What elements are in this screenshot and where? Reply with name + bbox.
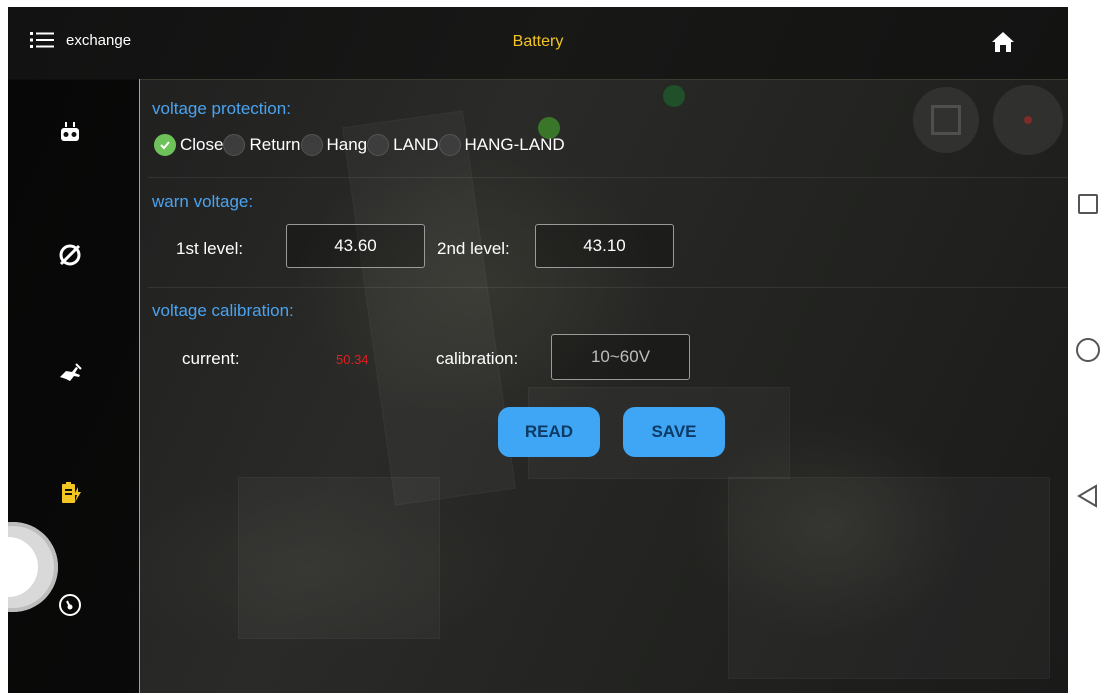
voltage-protection-title: voltage protection: — [152, 99, 291, 118]
radio-hang-land[interactable]: HANG-LAND — [438, 134, 565, 156]
sidebar-item-gauge[interactable] — [56, 591, 84, 619]
voltage-calibration-title: voltage calibration: — [152, 301, 294, 320]
radio-land[interactable]: LAND — [367, 134, 439, 156]
circle-icon — [1076, 338, 1100, 362]
radio-label: HANG-LAND — [464, 135, 565, 154]
radio-circle-icon — [438, 134, 461, 156]
back-triangle-icon — [1077, 484, 1097, 508]
android-nav-bar — [1068, 7, 1105, 693]
sidebar-item-battery[interactable] — [56, 479, 84, 507]
remote-controller-icon — [61, 122, 79, 141]
second-level-label: 2nd level: — [437, 239, 510, 258]
warn-voltage-title: warn voltage: — [152, 192, 254, 211]
aircraft-icon — [60, 363, 82, 381]
calibration-input[interactable] — [551, 334, 690, 380]
divider — [148, 177, 1068, 178]
radio-close[interactable]: Close — [154, 134, 223, 156]
sidebar-item-compass[interactable] — [56, 241, 84, 269]
current-voltage-value: 50.34 — [336, 352, 369, 367]
radio-label: Close — [180, 135, 224, 154]
read-button[interactable]: READ — [498, 407, 600, 457]
radio-circle-icon — [300, 134, 323, 156]
sidebar-item-remote[interactable] — [56, 119, 84, 147]
home-nav-button[interactable] — [1075, 337, 1101, 368]
check-icon — [154, 134, 176, 156]
recent-apps-button[interactable] — [1077, 193, 1099, 220]
radio-label: Hang — [326, 135, 368, 154]
radio-label: Return — [249, 135, 301, 154]
second-level-input[interactable] — [535, 224, 674, 268]
home-icon — [992, 32, 1014, 52]
radio-return[interactable]: Return — [223, 134, 301, 156]
battery-icon — [62, 482, 81, 503]
compass-disabled-icon — [59, 244, 81, 266]
sidebar-item-aircraft[interactable] — [56, 359, 84, 387]
back-button[interactable] — [1076, 484, 1100, 513]
gauge-icon — [59, 594, 81, 616]
divider — [148, 287, 1068, 288]
battery-settings-panel: voltage protection: Close Return Hang LA… — [140, 79, 1068, 693]
calibration-label: calibration: — [436, 349, 519, 368]
page-title: Battery — [512, 33, 564, 50]
radio-circle-icon — [367, 134, 390, 156]
top-bar: exchange Battery — [8, 7, 1068, 80]
voltage-protection-options: Close Return Hang LAND HANG-LAND — [154, 134, 565, 156]
save-button[interactable]: SAVE — [623, 407, 725, 457]
first-level-label: 1st level: — [176, 239, 244, 258]
app-screen: exchange Battery voltage protection: Clo… — [8, 7, 1068, 693]
radio-hang[interactable]: Hang — [300, 134, 368, 156]
square-icon — [1078, 194, 1098, 214]
radio-circle-icon — [223, 134, 246, 156]
home-button[interactable] — [990, 29, 1016, 55]
radio-label: LAND — [393, 135, 439, 154]
current-label: current: — [182, 349, 240, 368]
first-level-input[interactable] — [286, 224, 425, 268]
